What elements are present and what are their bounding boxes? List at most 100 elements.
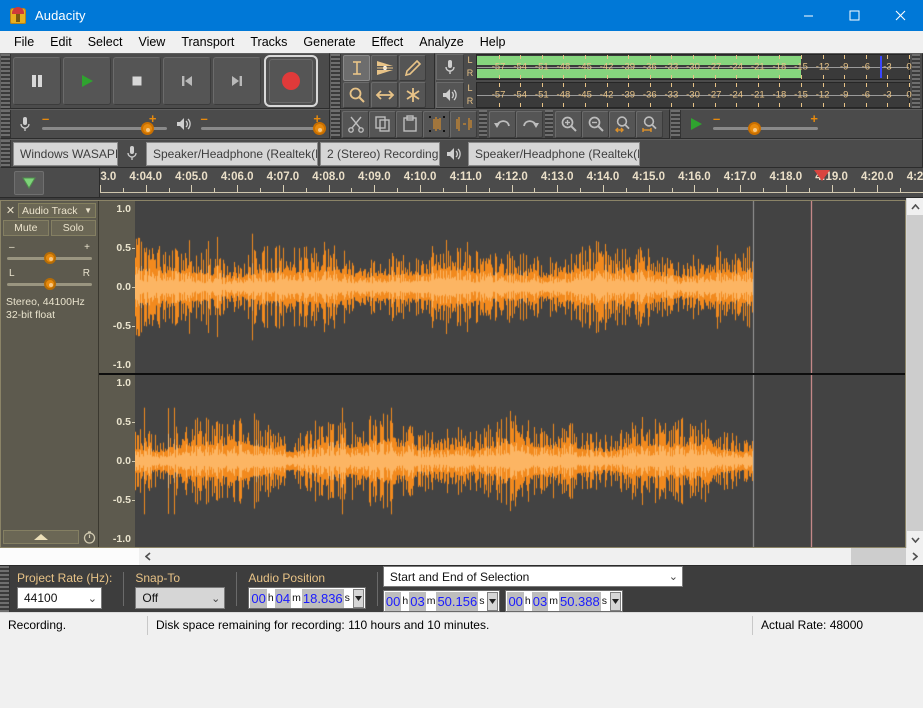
zoom-sub-grip[interactable] (545, 110, 553, 138)
gain-thumb[interactable] (44, 252, 56, 264)
right-channel[interactable]: 1.00.50.0-0.5-1.0 (99, 375, 905, 547)
draw-tool-button[interactable] (399, 55, 426, 81)
zoom-in-button[interactable] (555, 111, 582, 138)
pause-button[interactable] (13, 57, 61, 105)
zoom-out-button[interactable] (582, 111, 609, 138)
waveform-canvas[interactable] (135, 375, 905, 547)
scroll-down-button[interactable] (907, 531, 923, 548)
fit-project-button[interactable] (636, 111, 663, 138)
scroll-right-button[interactable] (906, 548, 923, 565)
redo-button[interactable] (516, 111, 543, 138)
transport-grip[interactable] (1, 54, 11, 108)
play-button[interactable] (63, 57, 111, 105)
track-gain-slider[interactable]: – + (7, 242, 92, 266)
multi-tool-button[interactable] (399, 82, 426, 108)
pinned-play-head-icon[interactable] (14, 171, 44, 195)
zoom-tool-button[interactable] (343, 82, 370, 108)
menu-generate[interactable]: Generate (295, 32, 363, 52)
meter-grip[interactable] (912, 54, 920, 108)
undo-button[interactable] (489, 111, 516, 138)
trim-audio-button[interactable] (423, 111, 450, 138)
right-channel-waveform[interactable] (135, 375, 905, 547)
sync-lock-icon[interactable] (82, 530, 96, 544)
menu-edit[interactable]: Edit (42, 32, 80, 52)
selection-end-spinner[interactable] (610, 592, 621, 611)
record-volume-thumb[interactable] (141, 122, 154, 135)
skip-to-start-button[interactable] (163, 57, 211, 105)
audio-track[interactable]: ✕ Audio Track ▼ Mute Solo – + (0, 200, 906, 548)
horizontal-scrollbar[interactable] (139, 548, 923, 565)
playback-meter[interactable]: L R -57-54-51-48-45-42-39-36-33-30-27-24… (436, 82, 910, 108)
scroll-up-button[interactable] (907, 198, 923, 215)
menu-tracks[interactable]: Tracks (242, 32, 295, 52)
cut-button[interactable] (342, 111, 369, 138)
recording-volume-slider[interactable]: – + (42, 111, 167, 137)
device-grip[interactable] (1, 140, 11, 167)
pan-thumb[interactable] (44, 278, 56, 290)
menu-analyze[interactable]: Analyze (411, 32, 471, 52)
menu-view[interactable]: View (130, 32, 173, 52)
vertical-scrollbar[interactable] (906, 198, 923, 548)
waveform-canvas[interactable] (135, 201, 905, 373)
time-shift-tool-button[interactable] (371, 82, 398, 108)
vertical-scroll-gutter[interactable] (907, 215, 923, 531)
collapse-up-icon[interactable] (3, 530, 79, 544)
maximize-icon[interactable] (831, 0, 877, 31)
menu-transport[interactable]: Transport (173, 32, 242, 52)
tools-grip[interactable] (331, 54, 341, 108)
audio-position-spinner[interactable] (353, 589, 364, 608)
skip-to-end-button[interactable] (213, 57, 261, 105)
timeline-ruler[interactable]: 4:03.04:04.04:05.04:06.04:07.04:08.04:09… (100, 168, 923, 197)
close-icon[interactable] (877, 0, 923, 31)
mixer-grip[interactable] (1, 110, 11, 138)
fit-selection-button[interactable] (609, 111, 636, 138)
paste-button[interactable] (396, 111, 423, 138)
menu-select[interactable]: Select (80, 32, 131, 52)
selection-start-spinner[interactable] (487, 592, 498, 611)
copy-button[interactable] (369, 111, 396, 138)
record-button[interactable] (264, 55, 318, 107)
horizontal-scroll-gutter[interactable] (156, 548, 906, 565)
selection-end-field[interactable]: 00 h 03 m 50.388 s (505, 590, 623, 612)
play-meter-bars[interactable]: -57-54-51-48-45-42-39-36-33-30-27-24-21-… (476, 82, 910, 108)
recording-meter[interactable]: L R -57-54-51-48-45-42-39-36-33-30-27-24… (436, 54, 910, 80)
envelope-tool-button[interactable] (371, 55, 398, 81)
edit-grip[interactable] (331, 110, 341, 138)
stop-button[interactable] (113, 57, 161, 105)
record-meter-bars[interactable]: -57-54-51-48-45-42-39-36-33-30-27-24-21-… (476, 54, 910, 80)
playback-volume-slider[interactable]: – + (201, 111, 326, 137)
audio-position-field[interactable]: 00 h 04 m 18.836 s (248, 587, 366, 609)
scroll-left-button[interactable] (139, 548, 156, 565)
silence-audio-button[interactable] (450, 111, 477, 138)
project-rate-select[interactable]: 44100 ⌄ (17, 587, 102, 609)
minimize-icon[interactable] (785, 0, 831, 31)
menu-effect[interactable]: Effect (364, 32, 412, 52)
selection-tool-button[interactable] (343, 55, 370, 81)
play-speed-thumb[interactable] (748, 122, 761, 135)
close-icon[interactable]: ✕ (3, 203, 18, 218)
left-channel[interactable]: 1.00.50.0-0.5-1.0 (99, 201, 905, 373)
track-name-dropdown[interactable]: Audio Track ▼ (18, 203, 96, 218)
selection-mode-select[interactable]: Start and End of Selection ⌄ (383, 566, 683, 587)
selection-start-field[interactable]: 00 h 03 m 50.156 s (383, 590, 501, 612)
horizontal-scroll-thumb[interactable] (851, 548, 906, 565)
recording-device-select[interactable]: Speaker/Headphone (Realtek(R) Audio) ⌄ (146, 142, 318, 166)
menu-help[interactable]: Help (472, 32, 514, 52)
selection-toolbar-grip[interactable] (0, 566, 10, 612)
recording-channels-select[interactable]: 2 (Stereo) Recording Channels ⌄ (320, 142, 440, 166)
mute-button[interactable]: Mute (3, 220, 49, 236)
audio-host-select[interactable]: Windows WASAPI ⌄ (13, 142, 118, 166)
left-channel-waveform[interactable] (135, 201, 905, 373)
menu-file[interactable]: File (6, 32, 42, 52)
playhead-marker[interactable] (814, 170, 830, 181)
tracks-container[interactable]: ✕ Audio Track ▼ Mute Solo – + (0, 198, 906, 548)
snap-to-select[interactable]: Off ⌄ (135, 587, 225, 609)
solo-button[interactable]: Solo (51, 220, 97, 236)
track-pan-slider[interactable]: L R (7, 268, 92, 292)
playback-device-select[interactable]: Speaker/Headphone (Realtek(R) Audio) ⌄ (468, 142, 640, 166)
play-volume-thumb[interactable] (313, 122, 326, 135)
play-speed-slider[interactable]: – + (713, 111, 818, 137)
play-speed-grip[interactable] (671, 110, 681, 138)
edit-sub-grip[interactable] (479, 110, 487, 138)
play-at-speed-button[interactable] (682, 111, 709, 138)
